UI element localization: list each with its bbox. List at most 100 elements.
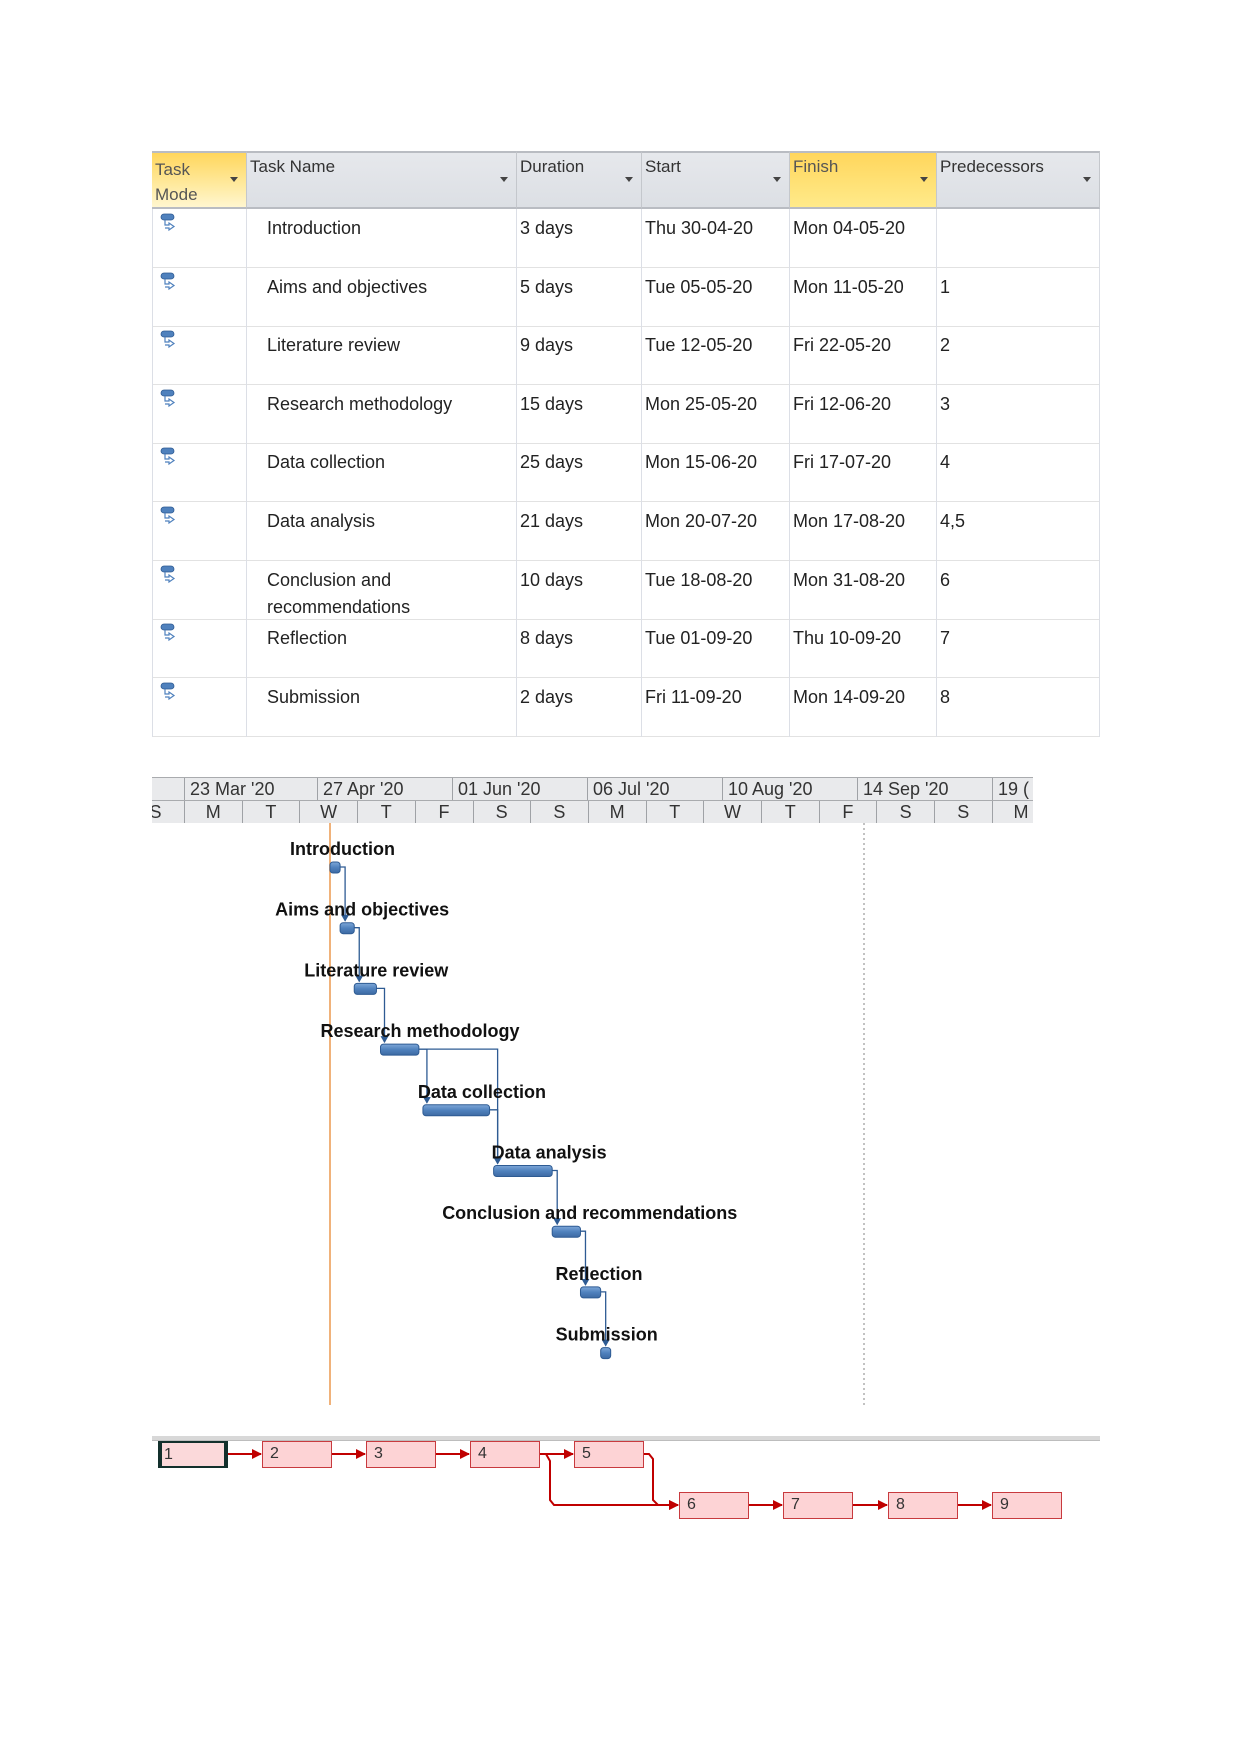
task-start-cell[interactable]: Tue 12-05-20 bbox=[642, 326, 790, 386]
task-duration-cell[interactable]: 8 days bbox=[517, 619, 642, 679]
task-start-cell[interactable]: Tue 01-09-20 bbox=[642, 619, 790, 679]
task-mode-cell[interactable] bbox=[152, 267, 247, 327]
table-row[interactable]: Reflection 8 days Tue 01-09-20 Thu 10-09-20… bbox=[152, 619, 1100, 679]
task-predecessors-cell[interactable]: 8 bbox=[937, 677, 1100, 737]
task-name-cell[interactable]: Conclusion and recommendations bbox=[247, 560, 517, 620]
network-node[interactable]: 2 bbox=[262, 1441, 332, 1468]
column-header-task-name[interactable]: Task Name bbox=[247, 151, 517, 209]
table-row[interactable]: Conclusion and recommendations 10 days Tue … bbox=[152, 560, 1100, 620]
task-predecessors-cell[interactable]: 6 bbox=[937, 560, 1100, 620]
table-row[interactable]: Literature review 9 days Tue 12-05-20 Fri 2… bbox=[152, 326, 1100, 386]
column-header-task-mode[interactable]: Task Mode bbox=[152, 151, 247, 209]
table-row[interactable]: Research methodology 15 days Mon 25-05-20 F… bbox=[152, 384, 1100, 444]
column-header-label: Task Mode bbox=[155, 160, 198, 204]
task-predecessors-cell[interactable]: 4 bbox=[937, 443, 1100, 503]
task-name-cell[interactable]: Research methodology bbox=[247, 384, 517, 444]
task-predecessors-cell[interactable]: 7 bbox=[937, 619, 1100, 679]
dropdown-arrow-icon[interactable] bbox=[625, 177, 633, 182]
task-predecessors-cell[interactable]: 4,5 bbox=[937, 502, 1100, 561]
task-bar[interactable] bbox=[329, 861, 341, 874]
task-name-cell[interactable]: Reflection bbox=[247, 619, 517, 679]
network-node[interactable]: 8 bbox=[888, 1492, 958, 1519]
timescale-minor-cell: T bbox=[646, 801, 705, 823]
task-start-cell[interactable]: Mon 20-07-20 bbox=[642, 502, 790, 561]
task-duration-cell[interactable]: 9 days bbox=[517, 326, 642, 386]
task-start-cell[interactable]: Tue 05-05-20 bbox=[642, 267, 790, 327]
task-bar[interactable] bbox=[339, 922, 355, 935]
network-node[interactable]: 3 bbox=[366, 1441, 436, 1468]
table-row[interactable]: Data collection 25 days Mon 15-06-20 Fri 17… bbox=[152, 443, 1100, 503]
task-finish-cell[interactable]: Mon 14-09-20 bbox=[790, 677, 937, 737]
task-mode-cell[interactable] bbox=[152, 209, 247, 268]
task-finish-cell[interactable]: Mon 04-05-20 bbox=[790, 209, 937, 268]
task-mode-cell[interactable] bbox=[152, 619, 247, 679]
timescale-minor-cell: F bbox=[416, 801, 474, 823]
dropdown-arrow-icon[interactable] bbox=[920, 177, 928, 182]
task-duration-cell[interactable]: 2 days bbox=[517, 677, 642, 737]
task-finish-cell[interactable]: Mon 11-05-20 bbox=[790, 267, 937, 327]
task-start-cell[interactable]: Mon 25-05-20 bbox=[642, 384, 790, 444]
dropdown-arrow-icon[interactable] bbox=[230, 177, 238, 182]
dropdown-arrow-icon[interactable] bbox=[500, 177, 508, 182]
task-bar[interactable] bbox=[493, 1165, 553, 1177]
column-header-duration[interactable]: Duration bbox=[517, 151, 642, 209]
task-predecessors-cell[interactable]: 1 bbox=[937, 267, 1100, 327]
dropdown-arrow-icon[interactable] bbox=[773, 177, 781, 182]
task-predecessors-cell[interactable] bbox=[937, 209, 1100, 268]
network-node[interactable]: 1 bbox=[158, 1441, 228, 1468]
task-mode-cell[interactable] bbox=[152, 326, 247, 386]
table-row[interactable]: Introduction 3 days Thu 30-04-20 Mon 04-05-… bbox=[152, 209, 1100, 268]
task-predecessors: 7 bbox=[940, 628, 951, 649]
task-mode-cell[interactable] bbox=[152, 677, 247, 737]
column-header-finish[interactable]: Finish bbox=[790, 151, 937, 209]
task-name-cell[interactable]: Introduction bbox=[247, 209, 517, 268]
task-mode-cell[interactable] bbox=[152, 443, 247, 503]
task-start-cell[interactable]: Thu 30-04-20 bbox=[642, 209, 790, 268]
column-header-start[interactable]: Start bbox=[642, 151, 790, 209]
task-finish-cell[interactable]: Fri 12-06-20 bbox=[790, 384, 937, 444]
task-duration-cell[interactable]: 10 days bbox=[517, 560, 642, 620]
task-name-cell[interactable]: Data analysis bbox=[247, 502, 517, 561]
column-header-predecessors[interactable]: Predecessors bbox=[937, 151, 1100, 209]
dropdown-arrow-icon[interactable] bbox=[1083, 177, 1091, 182]
network-node[interactable]: 5 bbox=[574, 1441, 644, 1468]
task-finish-cell[interactable]: Mon 31-08-20 bbox=[790, 560, 937, 620]
table-row[interactable]: Data analysis 21 days Mon 20-07-20 Mon 17-0… bbox=[152, 502, 1100, 561]
task-name-cell[interactable]: Literature review bbox=[247, 326, 517, 386]
network-node[interactable]: 9 bbox=[992, 1492, 1062, 1519]
task-finish-cell[interactable]: Mon 17-08-20 bbox=[790, 502, 937, 561]
timescale-minor-cell: W bbox=[704, 801, 762, 823]
task-duration-cell[interactable]: 21 days bbox=[517, 502, 642, 561]
task-name-cell[interactable]: Data collection bbox=[247, 443, 517, 503]
task-finish-cell[interactable]: Fri 17-07-20 bbox=[790, 443, 937, 503]
task-duration-cell[interactable]: 15 days bbox=[517, 384, 642, 444]
task-mode-cell[interactable] bbox=[152, 560, 247, 620]
task-bar[interactable] bbox=[353, 982, 377, 995]
task-duration-cell[interactable]: 5 days bbox=[517, 267, 642, 327]
task-mode-cell[interactable] bbox=[152, 502, 247, 561]
task-start-cell[interactable]: Fri 11-09-20 bbox=[642, 677, 790, 737]
task-name-line: Conclusion and bbox=[267, 569, 392, 590]
table-row[interactable]: Submission 2 days Fri 11-09-20 Mon 14-09-20… bbox=[152, 677, 1100, 737]
table-row[interactable]: Aims and objectives 5 days Tue 05-05-20 Mon… bbox=[152, 267, 1100, 327]
task-start-cell[interactable]: Tue 18-08-20 bbox=[642, 560, 790, 620]
task-mode-cell[interactable] bbox=[152, 384, 247, 444]
task-bar[interactable] bbox=[551, 1225, 581, 1238]
task-bar[interactable] bbox=[600, 1347, 612, 1360]
task-name-cell[interactable]: Submission bbox=[247, 677, 517, 737]
task-name-cell[interactable]: Aims and objectives bbox=[247, 267, 517, 327]
task-finish-cell[interactable]: Thu 10-09-20 bbox=[790, 619, 937, 679]
task-bar[interactable] bbox=[380, 1043, 420, 1056]
task-predecessors-cell[interactable]: 2 bbox=[937, 326, 1100, 386]
network-node[interactable]: 7 bbox=[783, 1492, 853, 1519]
network-node[interactable]: 4 bbox=[470, 1441, 540, 1468]
network-node[interactable]: 6 bbox=[679, 1492, 749, 1519]
task-finish-cell[interactable]: Fri 22-05-20 bbox=[790, 326, 937, 386]
task-bar[interactable] bbox=[422, 1104, 491, 1117]
task-duration-cell[interactable]: 25 days bbox=[517, 443, 642, 503]
task-start: Fri 11-09-20 bbox=[645, 686, 742, 707]
task-bar[interactable] bbox=[579, 1286, 602, 1299]
task-predecessors-cell[interactable]: 3 bbox=[937, 384, 1100, 444]
task-duration-cell[interactable]: 3 days bbox=[517, 209, 642, 268]
task-start-cell[interactable]: Mon 15-06-20 bbox=[642, 443, 790, 503]
